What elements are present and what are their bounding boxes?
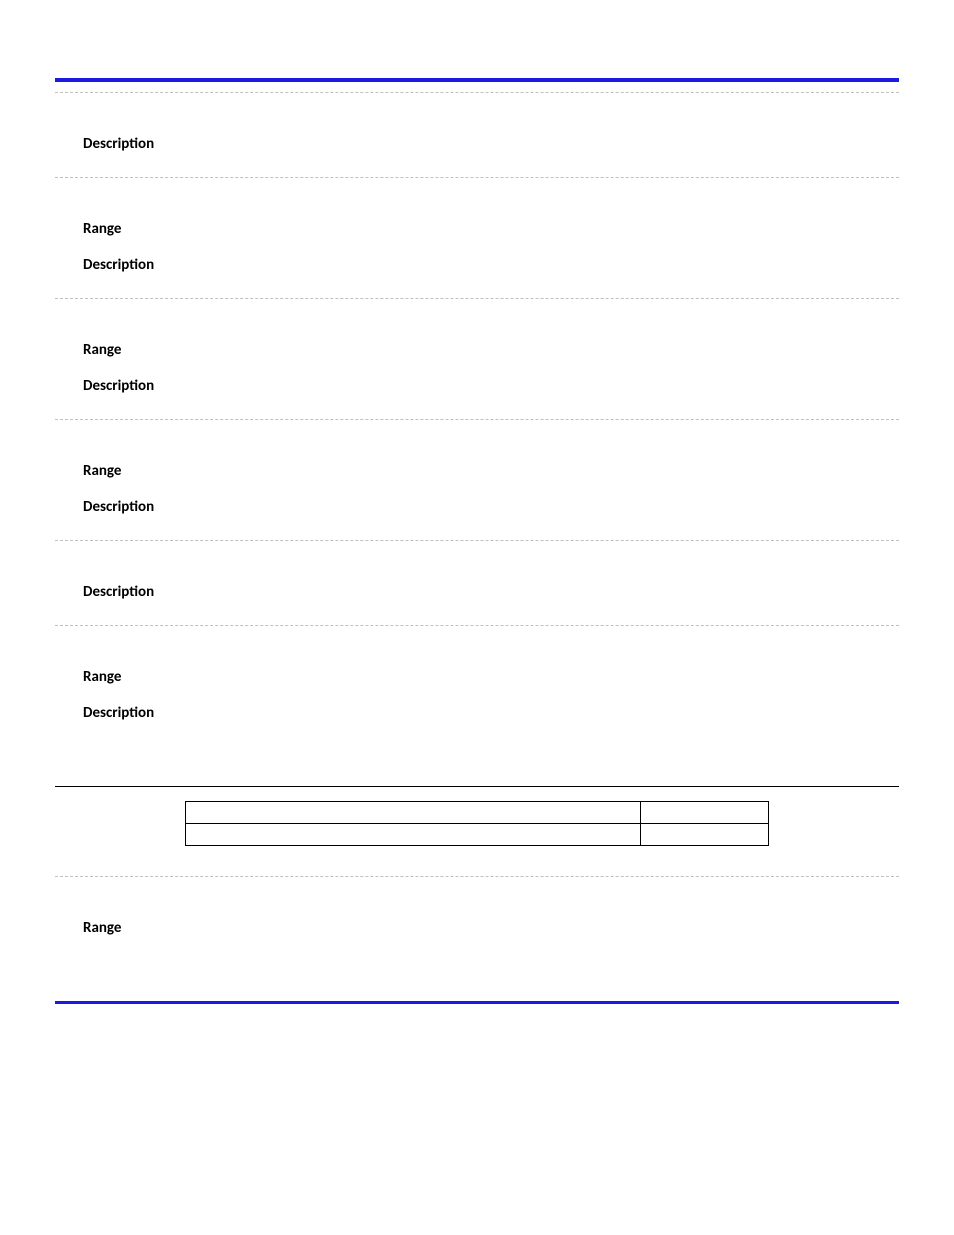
bottom-rule (55, 1001, 899, 1004)
description-label: Description (83, 256, 899, 274)
section-block: Description (55, 541, 899, 625)
document-page: Description Range Description Range Desc… (55, 78, 899, 1004)
solid-separator (55, 786, 899, 787)
section-block: Range (55, 877, 899, 961)
table-row (186, 802, 769, 824)
description-label: Description (83, 377, 899, 395)
range-label: Range (83, 341, 899, 359)
range-label: Range (83, 919, 899, 937)
range-label: Range (83, 668, 899, 686)
small-table (185, 801, 769, 846)
description-label: Description (83, 704, 899, 722)
description-label: Description (83, 583, 899, 601)
section-block: Range Description (55, 626, 899, 746)
table-cell (641, 802, 769, 824)
range-label: Range (83, 462, 899, 480)
description-label: Description (83, 498, 899, 516)
range-label: Range (83, 220, 899, 238)
table-wrap (55, 801, 899, 846)
section-block: Range Description (55, 178, 899, 298)
table-cell (186, 802, 641, 824)
top-rule (55, 78, 899, 82)
section-block: Range Description (55, 420, 899, 540)
table-row (186, 824, 769, 846)
table-cell (186, 824, 641, 846)
section-block: Description (55, 93, 899, 177)
section-block: Range Description (55, 299, 899, 419)
table-cell (641, 824, 769, 846)
description-label: Description (83, 135, 899, 153)
